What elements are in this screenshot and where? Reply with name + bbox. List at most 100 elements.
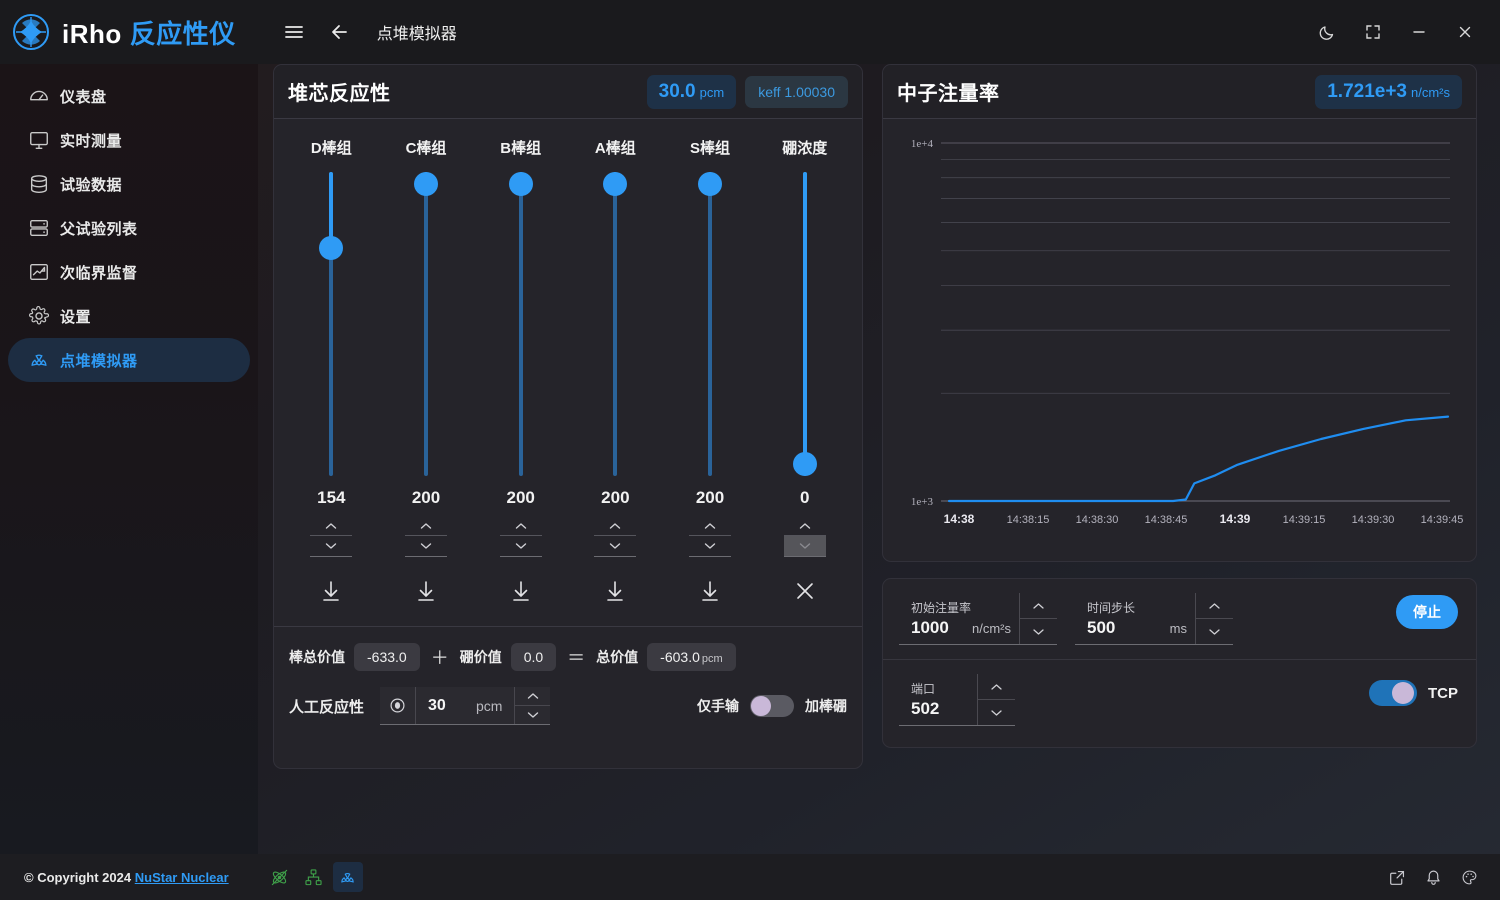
total-worth-value: -603.0 pcm [647,643,736,671]
flux-chart-svg: 1e+4 1e+3 14:38 14:38:15 14:38:30 14:38:45 14:… [911,138,1464,526]
sidebar-item-point-reactor-simulator[interactable]: 点堆模拟器 [8,338,250,382]
stepper-down-button[interactable] [689,536,731,556]
rod-column-d: D棒组 154 [284,137,379,608]
initial-flux-field[interactable]: 初始注量率 1000 n/cm²s [899,593,1057,645]
rod-slider-s[interactable] [698,172,723,476]
clear-x-icon[interactable] [793,579,817,608]
expand-icon[interactable] [1350,10,1396,54]
tcp-switch[interactable] [1369,680,1417,706]
stepper-up-button[interactable] [783,516,826,536]
arrow-left-icon[interactable] [317,9,363,55]
rod-column-s: S棒组 200 [663,137,758,608]
svg-text:14:38:45: 14:38:45 [1145,514,1188,526]
rod-slider-a[interactable] [603,172,628,476]
sidebar-item-label: 父试验列表 [60,220,138,238]
stepper-up-button[interactable] [594,516,637,536]
stepper-down-button[interactable] [1020,619,1057,644]
external-link-icon[interactable] [1384,864,1410,890]
minimize-icon[interactable] [1396,10,1442,54]
insert-down-icon[interactable] [414,579,438,608]
stepper-up-button[interactable] [405,516,447,536]
stepper-down-button[interactable] [405,536,447,556]
radiation-icon[interactable] [332,862,363,892]
palette-icon[interactable] [1456,864,1482,890]
boron-slider[interactable] [792,172,817,476]
stepper-up-button[interactable] [1020,593,1057,619]
svg-text:1e+3: 1e+3 [911,496,934,508]
bell-icon[interactable] [1420,864,1446,890]
time-step-field[interactable]: 时间步长 500 ms [1075,593,1233,645]
atom-disconnected-icon[interactable] [265,862,295,892]
insert-down-icon[interactable] [698,579,722,608]
total-worth-unit: pcm [701,653,723,665]
sidebar-item-subcritical-monitoring[interactable]: 次临界监督 [8,250,250,294]
rod-column-label: S棒组 [690,140,731,157]
rod-slider-d[interactable] [319,172,344,476]
time-step-stepper [1195,593,1233,644]
equals-operator: ＝ [567,648,586,668]
stepper-up-button[interactable] [499,516,542,536]
rod-slider-c[interactable] [414,172,438,476]
rod-column-boron: 硼浓度 0 [757,137,852,608]
manual-reactivity-input[interactable]: 30 pcm [380,687,551,725]
rod-slider-b[interactable] [508,172,533,476]
stepper-up-button[interactable] [310,516,353,536]
slider-knob[interactable] [792,452,817,476]
sidebar-item-label: 次临界监督 [60,264,138,282]
footer: © Copyright 2024 NuStar Nuclear [0,854,1500,900]
core-reactivity-panel: 堆芯反应性 30.0 pcm keff 1.00030 D棒组 154 C棒组 … [273,64,863,769]
manual-mode-switch[interactable] [750,695,794,717]
stepper-up-button[interactable] [515,687,551,706]
stop-button[interactable]: 停止 [1396,595,1458,629]
time-step-value[interactable]: 500 [1087,618,1115,638]
manual-reactivity-value[interactable]: 30 [416,687,458,724]
sidebar-item-realtime[interactable]: 实时测量 [8,118,250,162]
port-field[interactable]: 端口 502 [899,674,1015,726]
sidebar-item-dashboard[interactable]: 仪表盘 [8,74,250,118]
sidebar: 仪表盘 实时测量 试验数据 父试验列表 次临界监督 设置 点堆模拟器 [0,64,258,854]
sidebar-item-experiment-data[interactable]: 试验数据 [8,162,250,206]
brand-title: iRho 反应性仪 [62,14,236,51]
stepper-down-button[interactable] [978,700,1015,725]
insert-down-icon[interactable] [509,579,533,608]
port-value[interactable]: 502 [911,699,939,719]
gauge-icon [18,85,60,107]
sidebar-item-parent-experiments[interactable]: 父试验列表 [8,206,250,250]
stepper-down-button[interactable] [500,536,542,556]
toggle-right-label: 加棒硼 [805,698,847,714]
rod-value: 154 [317,488,346,507]
irho-logo-icon [13,14,49,50]
total-worth-number: -603.0 [660,649,700,665]
slider-knob[interactable] [414,172,438,196]
stepper-down-button[interactable] [515,706,550,724]
pcm-unit: pcm [699,84,725,100]
stepper-down-button[interactable] [1196,619,1233,644]
flux-value: 1.721e+3 [1327,80,1407,102]
slider-knob[interactable] [508,172,533,196]
network-icon[interactable] [299,862,329,892]
stepper-up-button[interactable] [978,674,1015,700]
rod-value: 200 [506,488,535,507]
company-link[interactable]: NuStar Nuclear [135,870,229,885]
slider-knob[interactable] [698,172,723,196]
app-logo [0,12,62,52]
insert-down-icon[interactable] [319,579,343,608]
hamburger-icon[interactable] [271,9,317,55]
flux-unit: n/cm²s [1411,84,1450,100]
slider-knob[interactable] [319,236,344,261]
stepper-up-button[interactable] [1196,593,1233,619]
initial-flux-value[interactable]: 1000 [911,618,949,638]
toggle-left-label: 仅手输 [697,698,739,714]
slider-knob[interactable] [603,172,628,196]
moon-icon[interactable] [1304,10,1350,54]
close-icon[interactable] [1442,10,1488,54]
stepper-down-button[interactable] [594,536,636,556]
insert-down-icon[interactable] [603,579,627,608]
rod-stepper [689,516,732,557]
sidebar-item-settings[interactable]: 设置 [8,294,250,338]
stepper-up-button[interactable] [689,516,732,536]
rod-worth-label: 棒总价值 [289,649,345,665]
stepper-down-button[interactable] [310,536,352,556]
page-title: 点堆模拟器 [376,26,457,43]
total-worth-label: 总价值 [596,649,639,665]
